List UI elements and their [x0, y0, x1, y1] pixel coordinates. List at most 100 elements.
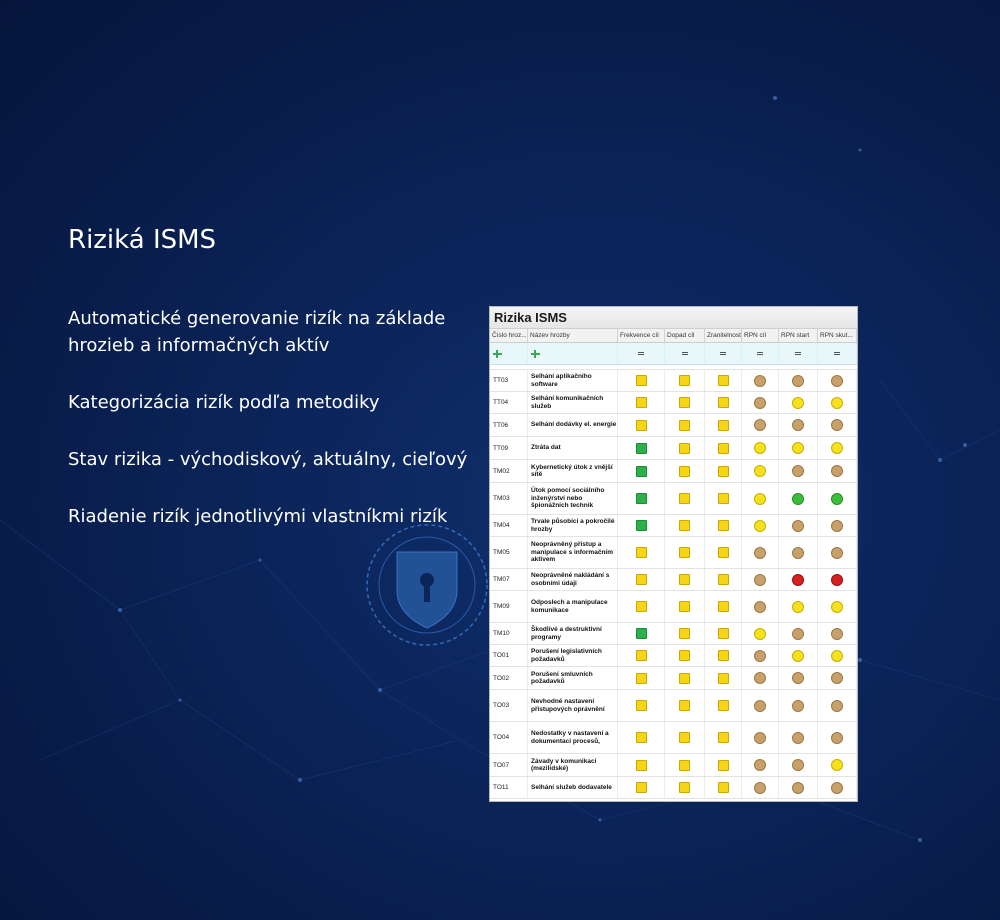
table-row[interactable]: TM03 Útok pomocí sociálního inženýrství n…: [490, 483, 857, 515]
impact-indicator: [679, 700, 690, 711]
filter-cell[interactable]: [705, 343, 742, 364]
filter-equals-icon: [638, 352, 644, 355]
indicator-cell: [705, 591, 742, 622]
impact-indicator: [679, 732, 690, 743]
filter-cell[interactable]: [742, 343, 779, 364]
filter-cell[interactable]: [528, 343, 618, 364]
threat-name: Ztráta dat: [528, 437, 618, 459]
column-header[interactable]: RPN cíl: [742, 329, 779, 342]
table-row[interactable]: TM10 Škodlivé a destruktivní programy: [490, 623, 857, 645]
indicator-cell: [665, 537, 705, 568]
table-row[interactable]: TM09 Odposlech a manipulace komunikace: [490, 591, 857, 623]
filter-equals-icon: [757, 352, 763, 355]
indicator-cell: [742, 515, 779, 536]
frequency-indicator: [635, 375, 647, 386]
threat-code: TT04: [490, 392, 528, 413]
threat-name: Neoprávněné nakládání s osobními údaji: [528, 569, 618, 590]
table-row[interactable]: TM02 Kybernetický útok z vnější sítě: [490, 460, 857, 483]
indicator-cell: [818, 483, 857, 514]
table-row[interactable]: TT03 Selhání aplikačního software: [490, 370, 857, 392]
filter-row: [490, 343, 857, 365]
vulnerability-indicator: [717, 732, 729, 743]
threat-name: Trvale působící a pokročilé hrozby: [528, 515, 618, 536]
threat-code: TO02: [490, 667, 528, 689]
filter-cell[interactable]: [490, 343, 528, 364]
vulnerability-indicator: [717, 672, 729, 684]
rpn-actual-indicator: [831, 546, 843, 559]
vulnerability-indicator: [717, 375, 729, 386]
column-header[interactable]: Číslo hroz...: [490, 329, 528, 342]
filter-plus-icon: [493, 350, 502, 358]
page-title: Riziká ISMS: [68, 225, 217, 255]
feature-list: Automatické generovanie rizík na základe…: [68, 305, 488, 560]
indicator-cell: [818, 623, 857, 644]
impact-indicator: [679, 547, 690, 558]
panel-title: Rizika ISMS: [490, 307, 857, 329]
frequency-indicator: [635, 547, 647, 558]
impact-indicator: [679, 601, 690, 612]
table-row[interactable]: TT09 Ztráta dat: [490, 437, 857, 460]
column-header[interactable]: Zranitelnost: [705, 329, 742, 342]
filter-cell[interactable]: [665, 343, 705, 364]
indicator-cell: [742, 667, 779, 689]
column-header[interactable]: Název hrozby: [528, 329, 618, 342]
column-header[interactable]: Dopad cíl: [665, 329, 705, 342]
indicator-cell: [618, 414, 665, 436]
impact-indicator: [679, 520, 690, 531]
frequency-indicator: [635, 628, 647, 639]
frequency-indicator: [635, 700, 647, 711]
indicator-cell: [618, 754, 665, 776]
indicator-cell: [779, 667, 818, 689]
column-header[interactable]: RPN skut...: [818, 329, 857, 342]
impact-indicator: [679, 442, 690, 454]
table-row[interactable]: TT06 Selhání dodávky el. energie: [490, 414, 857, 437]
rpn-target-indicator: [754, 519, 766, 532]
indicator-cell: [705, 437, 742, 459]
table-row[interactable]: TO03 Nevhodné nastavení přístupových oprá…: [490, 690, 857, 722]
indicator-cell: [742, 414, 779, 436]
frequency-indicator: [635, 520, 647, 531]
impact-indicator: [679, 574, 690, 585]
indicator-cell: [618, 483, 665, 514]
filter-cell[interactable]: [779, 343, 818, 364]
table-row[interactable]: TM07 Neoprávněné nakládání s osobními úda…: [490, 569, 857, 591]
table-row[interactable]: TO04 Nedostatky v nastavení a dokumentaci…: [490, 722, 857, 754]
frequency-indicator: [635, 465, 647, 477]
threat-code: TM10: [490, 623, 528, 644]
threat-code: TT09: [490, 437, 528, 459]
indicator-cell: [665, 690, 705, 721]
table-row[interactable]: TM05 Neoprávněný přístup a manipulace s i…: [490, 537, 857, 569]
filter-cell[interactable]: [818, 343, 857, 364]
rpn-target-indicator: [754, 546, 766, 559]
table-row[interactable]: TM04 Trvale působící a pokročilé hrozby: [490, 515, 857, 537]
table-row[interactable]: TO02 Porušení smluvních požadavků: [490, 667, 857, 690]
vulnerability-indicator: [717, 759, 729, 771]
indicator-cell: [665, 645, 705, 666]
column-header[interactable]: RPN start: [779, 329, 818, 342]
vulnerability-indicator: [717, 493, 729, 504]
rpn-actual-indicator: [831, 600, 843, 613]
indicator-cell: [742, 569, 779, 590]
table-row[interactable]: TO11 Selhání služeb dodavatele: [490, 777, 857, 799]
filter-cell[interactable]: [618, 343, 665, 364]
indicator-cell: [705, 690, 742, 721]
impact-indicator: [679, 672, 690, 684]
indicator-cell: [618, 667, 665, 689]
rpn-target-indicator: [754, 781, 766, 794]
indicator-cell: [742, 623, 779, 644]
feature-item: Stav rizika - východiskový, aktuálny, ci…: [68, 449, 468, 470]
vulnerability-indicator: [717, 520, 729, 531]
table-row[interactable]: TO01 Porušení legislativních požadavků: [490, 645, 857, 667]
indicator-cell: [705, 754, 742, 776]
indicator-cell: [742, 754, 779, 776]
rpn-start-indicator: [792, 374, 804, 387]
feature-item: Kategorizácia rizík podľa metodiky: [68, 392, 380, 413]
table-row[interactable]: TO07 Závady v komunikaci (mezilidské): [490, 754, 857, 777]
indicator-cell: [818, 754, 857, 776]
table-row[interactable]: TT04 Selhání komunikačních služeb: [490, 392, 857, 414]
indicator-cell: [618, 515, 665, 536]
indicator-cell: [818, 645, 857, 666]
vulnerability-indicator: [717, 397, 729, 408]
rpn-start-indicator: [792, 396, 804, 409]
column-header[interactable]: Frekvence cíl: [618, 329, 665, 342]
